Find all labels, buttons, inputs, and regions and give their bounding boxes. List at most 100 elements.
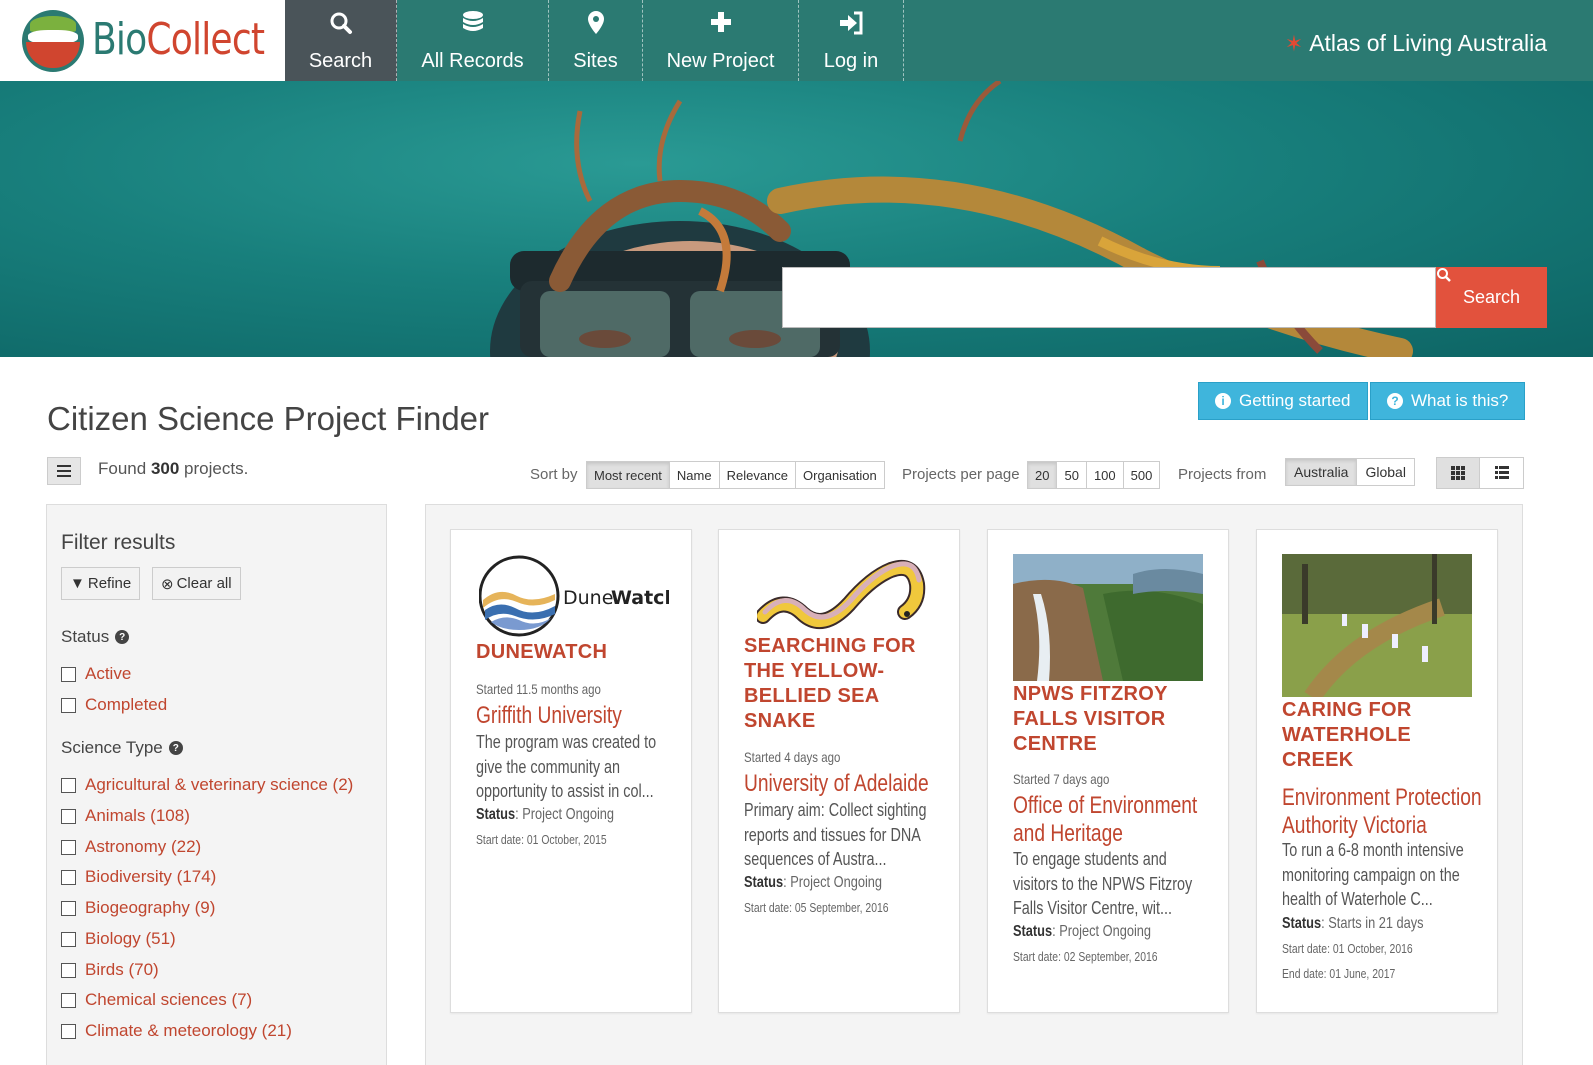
sort-organisation[interactable]: Organisation	[796, 462, 884, 488]
nav-label: New Project	[666, 50, 775, 72]
project-organisation[interactable]: Environment Protection Authority Victori…	[1282, 784, 1490, 840]
what-is-this-button[interactable]: ? What is this?	[1370, 382, 1526, 420]
project-description: To run a 6-8 month intensive monitoring …	[1282, 840, 1464, 909]
project-title[interactable]: CARING FOR WATERHOLE CREEK	[1282, 698, 1482, 773]
toggle-filter-panel-button[interactable]	[47, 457, 81, 485]
help-icon[interactable]: ?	[115, 630, 130, 644]
project-title[interactable]: SEARCHING FOR THE YELLOW-BELLIED SEA SNA…	[744, 634, 944, 734]
checkbox[interactable]	[61, 992, 76, 1008]
checkbox[interactable]	[61, 962, 76, 978]
project-card[interactable]: Dune Watch DUNEWATCH Started 11.5 months…	[450, 529, 692, 1013]
checkbox[interactable]	[61, 697, 76, 713]
search-icon	[1437, 268, 1451, 282]
project-end-date: End date: 01 June, 2017	[1282, 966, 1396, 981]
list-view-button[interactable]	[1480, 458, 1523, 488]
per-page-500[interactable]: 500	[1123, 462, 1160, 488]
project-description: To engage students and visitors to the N…	[1013, 849, 1193, 918]
filter-option[interactable]: Birds (70)	[61, 960, 159, 980]
nav-search[interactable]: Search	[285, 0, 397, 81]
filter-option[interactable]: Completed	[61, 695, 167, 715]
science-type-heading: Science Type?	[61, 738, 183, 758]
checkbox[interactable]	[61, 666, 76, 682]
plus-icon	[643, 10, 798, 36]
checkbox[interactable]	[61, 869, 76, 885]
from-australia[interactable]: Australia	[1286, 459, 1358, 485]
project-started: Started 11.5 months ago	[476, 681, 601, 697]
sign-in-icon	[799, 10, 903, 36]
clear-all-button[interactable]: ⊗ Clear all	[152, 567, 241, 600]
refine-button[interactable]: ▼ Refine	[61, 567, 141, 600]
checkbox[interactable]	[61, 808, 76, 824]
grid-view-button[interactable]	[1437, 458, 1480, 488]
nav-sites[interactable]: Sites	[549, 0, 643, 81]
nav-log-in[interactable]: Log in	[799, 0, 904, 81]
project-organisation[interactable]: Office of Environment and Heritage	[1013, 792, 1221, 848]
project-description: Primary aim: Collect sighting reports an…	[744, 800, 927, 869]
project-search-input[interactable]	[782, 267, 1436, 328]
project-organisation[interactable]: University of Adelaide	[744, 770, 952, 798]
filter-panel: Filter results ▼ Refine ⊗ Clear all Status…	[46, 504, 387, 1065]
top-navbar: BioCollect Search All Records Sites New …	[0, 0, 1593, 81]
nav-label: Log in	[823, 50, 879, 72]
project-started: Started 7 days ago	[1013, 771, 1110, 787]
project-started: Started 4 days ago	[744, 749, 841, 765]
sort-relevance[interactable]: Relevance	[719, 462, 797, 488]
filter-option[interactable]: Agricultural & veterinary science (2)	[61, 775, 353, 795]
project-start-date: Start date: 01 October, 2015	[476, 832, 607, 847]
checkbox[interactable]	[61, 777, 76, 793]
project-card[interactable]: NPWS FITZROY FALLS VISITOR CENTRE Starte…	[987, 529, 1229, 1013]
grid-icon	[1451, 466, 1465, 480]
project-card[interactable]: SEARCHING FOR THE YELLOW-BELLIED SEA SNA…	[718, 529, 960, 1013]
sort-name[interactable]: Name	[669, 462, 720, 488]
hero-search-button[interactable]: Search	[1436, 267, 1547, 328]
nav-label: Sites	[573, 50, 618, 72]
getting-started-button[interactable]: i Getting started	[1198, 382, 1368, 420]
status-heading: Status?	[61, 627, 130, 647]
project-title[interactable]: DUNEWATCH	[476, 640, 676, 665]
filter-option[interactable]: Biodiversity (174)	[61, 867, 216, 887]
project-photo	[1282, 554, 1472, 697]
project-organisation[interactable]: Griffith University	[476, 702, 684, 730]
per-page-100[interactable]: 100	[1086, 462, 1124, 488]
ala-link[interactable]: ✶ Atlas of Living Australia	[1285, 30, 1547, 57]
sort-most-recent[interactable]: Most recent	[587, 462, 670, 488]
checkbox[interactable]	[61, 900, 76, 916]
nav-all-records[interactable]: All Records	[397, 0, 549, 81]
nav-new-project[interactable]: New Project	[643, 0, 799, 81]
nav-label: All Records	[421, 50, 524, 72]
list-icon	[1494, 466, 1509, 479]
sort-label: Sort by	[530, 466, 578, 483]
checkbox[interactable]	[61, 839, 76, 855]
project-status: Status: Starts in 21 days	[1282, 915, 1424, 932]
biocollect-logo[interactable]: BioCollect	[0, 0, 285, 81]
question-icon: ?	[1387, 393, 1403, 409]
project-status: Status: Project Ongoing	[476, 806, 615, 823]
project-status: Status: Project Ongoing	[1013, 923, 1152, 940]
filter-option[interactable]: Climate & meteorology (21)	[61, 1021, 292, 1041]
filter-option[interactable]: Astronomy (22)	[61, 837, 201, 857]
clear-icon: ⊗	[161, 575, 174, 593]
checkbox[interactable]	[61, 931, 76, 947]
map-marker-icon	[549, 10, 642, 36]
biocollect-logo-icon	[22, 10, 84, 72]
hero-banner: Search	[0, 81, 1593, 357]
info-icon: i	[1215, 393, 1231, 409]
project-title[interactable]: NPWS FITZROY FALLS VISITOR CENTRE	[1013, 682, 1213, 757]
filter-option[interactable]: Biology (51)	[61, 929, 176, 949]
page-title: Citizen Science Project Finder	[47, 400, 490, 437]
from-global[interactable]: Global	[1357, 459, 1414, 485]
filter-title: Filter results	[61, 531, 176, 554]
per-page-20[interactable]: 20	[1028, 462, 1058, 488]
project-status: Status: Project Ongoing	[744, 874, 883, 891]
filter-option[interactable]: Biogeography (9)	[61, 898, 215, 918]
help-icon[interactable]: ?	[168, 741, 183, 755]
projects-from-label: Projects from	[1178, 466, 1267, 483]
project-card[interactable]: CARING FOR WATERHOLE CREEK Environment P…	[1256, 529, 1498, 1013]
checkbox[interactable]	[61, 1023, 76, 1039]
filter-option[interactable]: Animals (108)	[61, 806, 190, 826]
filter-option[interactable]: Active	[61, 664, 131, 684]
filter-option[interactable]: Chemical sciences (7)	[61, 990, 252, 1010]
sort-options: Most recent Name Relevance Organisation	[586, 461, 885, 489]
per-page-50[interactable]: 50	[1057, 462, 1087, 488]
view-toggle	[1436, 457, 1524, 489]
